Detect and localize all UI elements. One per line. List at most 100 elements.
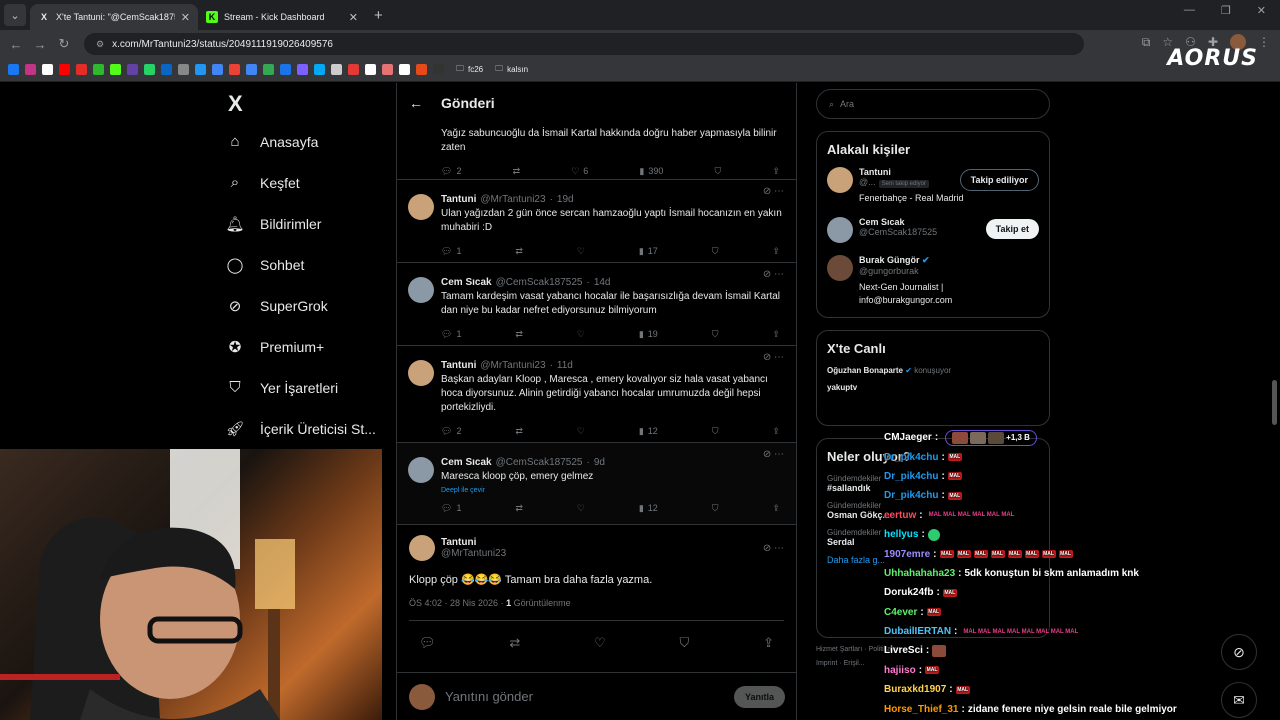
reply-item[interactable]: ⊘ ⋯ Cem Sıcak @CemScak187525 · 14d Tamam ka… [397,263,796,346]
bookmark-site-icon[interactable] [382,64,393,75]
views-count[interactable]: ▮ 12 [639,500,658,516]
bookmark-site-icon[interactable] [144,64,155,75]
share-button[interactable]: ⇪ [763,635,774,651]
youtube-icon[interactable] [76,64,87,75]
bookmark-site-icon[interactable] [195,64,206,75]
browser-tab-x[interactable]: X X'te Tantuni: "@CemScak18752 ✕ [30,4,198,30]
sidebar-item-explore[interactable]: ⌕ Keşfet [224,162,394,203]
person-card[interactable]: Burak Güngör ✔ @gungorburak Next-Gen Jou… [827,255,1039,307]
menu-icon[interactable]: ⋮ [1258,35,1270,49]
reply-button[interactable]: 💬︎ 1 [441,243,461,259]
bookmark-folder-kalsin[interactable]: 🗀 kalsın [495,63,528,77]
kick-icon[interactable] [110,64,121,75]
sidebar-item-creator-studio[interactable]: 🚀︎ İçerik Üreticisi St... [224,408,394,449]
share-button[interactable]: ⇪ [772,163,780,179]
bookmark-site-icon[interactable] [331,64,342,75]
translate-link[interactable]: Deepl ile çevir [441,487,784,494]
reply-button[interactable]: 💬︎ 2 [441,423,461,439]
reply-button[interactable]: 💬︎ [419,635,436,651]
repost-button[interactable]: ⇄ [515,326,523,342]
more-options-icon[interactable]: ⊘ ⋯ [763,449,784,460]
bookmark-site-icon[interactable] [212,64,223,75]
avatar[interactable] [827,217,853,243]
close-icon[interactable]: ✕ [349,11,358,24]
address-bar[interactable]: ⚙ x.com/MrTantuni23/status/2049111919026… [84,33,1084,55]
avatar[interactable] [827,255,853,281]
like-button[interactable]: ♡ [594,635,606,651]
avatar[interactable] [408,277,434,303]
views-count[interactable]: ▮ 12 [639,423,658,439]
share-button[interactable]: ⇪ [772,423,780,439]
like-button[interactable]: ♡ [577,243,585,259]
avatar[interactable] [408,194,434,220]
close-icon[interactable]: ✕ [181,11,190,24]
search-input[interactable]: ⌕ Ara [816,89,1050,119]
avatar[interactable] [408,457,434,483]
bookmark-site-icon[interactable] [399,64,410,75]
bookmark-button[interactable]: ⛉ [712,500,719,516]
site-info-icon[interactable]: ⚙ [96,39,104,50]
browser-tab-kick[interactable]: K Stream - Kick Dashboard ✕ [198,4,366,30]
avatar[interactable] [409,535,435,561]
sidebar-item-bookmarks[interactable]: ⛉ Yer İşaretleri [224,367,394,408]
more-options-icon[interactable]: ⊘ ⋯ [763,352,784,363]
bookmark-button[interactable]: ⛉ [680,635,690,651]
views-count[interactable]: ▮ 390 [639,163,663,179]
follow-button[interactable]: Takip et [985,219,1039,239]
reply-button[interactable]: 💬︎ 1 [441,500,461,516]
install-icon[interactable]: ⧉ [1142,35,1151,50]
bookmark-site-icon[interactable] [314,64,325,75]
linkedin-icon[interactable] [161,64,172,75]
reload-icon[interactable]: ↻ [52,36,76,52]
twitch-icon[interactable] [127,64,138,75]
bookmark-site-icon[interactable] [365,64,376,75]
reply-input[interactable]: Yanıtını gönder [445,689,724,704]
reply-button[interactable]: 💬︎ 2 [441,163,461,179]
bookmark-folder-fc26[interactable]: 🗀 fc26 [456,63,483,77]
forward-icon[interactable]: → [28,37,52,52]
back-arrow-icon[interactable]: ← [409,95,423,111]
new-tab-icon[interactable]: + [374,7,383,24]
live-on-x[interactable]: X'te Canlı Oğuzhan Bonaparte ✔ konuşuyor… [816,330,1050,426]
repost-button[interactable]: ⇄ [513,163,521,179]
like-button[interactable]: ♡ [577,326,585,342]
facebook-icon[interactable] [8,64,19,75]
bookmark-site-icon[interactable] [178,64,189,75]
author-handle[interactable]: @MrTantuni23 [441,548,506,559]
reply-partial[interactable]: Yağız sabuncuoğlu da İsmail Kartal hakkı… [397,123,796,180]
instagram-icon[interactable] [25,64,36,75]
share-button[interactable]: ⇪ [772,243,780,259]
like-button[interactable]: ♡ [577,500,585,516]
avatar[interactable] [408,360,434,386]
scrollbar[interactable] [1272,380,1277,425]
x-icon[interactable] [42,64,53,75]
like-button[interactable]: ♡ 6 [571,163,588,179]
reply-item[interactable]: ⊘ ⋯ Cem Sıcak @CemScak187525 · 9d Maresca k… [397,443,796,525]
messages-floating-button[interactable]: ✉ [1221,682,1257,718]
sidebar-item-home[interactable]: ⌂ Anasayfa [224,121,394,162]
more-options-icon[interactable]: ⊘ ⋯ [763,543,784,554]
sidebar-item-chat[interactable]: ◯ Sohbet [224,244,394,285]
sidebar-item-notifications[interactable]: 🔔︎ Bildirimler [224,203,394,244]
views-count[interactable]: ▮ 17 [639,243,658,259]
bookmark-button[interactable]: ⛉ [712,326,719,342]
repost-button[interactable]: ⇄ [515,500,523,516]
close-window-icon[interactable]: ✕ [1257,4,1266,17]
docs-icon[interactable] [246,64,257,75]
back-icon[interactable]: ← [4,37,28,52]
person-card[interactable]: Tantuni @... Seni takip ediyor Fenerbahçe… [827,167,1039,205]
author-name[interactable]: Tantuni [441,537,506,548]
repost-button[interactable]: ⇄ [509,635,520,651]
repost-button[interactable]: ⇄ [515,423,523,439]
gmail-icon[interactable] [229,64,240,75]
repost-button[interactable]: ⇄ [515,243,523,259]
bookmark-button[interactable]: ⛉ [712,423,719,439]
bookmark-site-icon[interactable] [93,64,104,75]
drive-icon[interactable] [263,64,274,75]
share-button[interactable]: ⇪ [772,500,780,516]
tab-search-icon[interactable]: ⌄ [4,4,26,26]
more-options-icon[interactable]: ⊘ ⋯ [763,186,784,197]
following-button[interactable]: Takip ediliyor [959,169,1039,191]
bookmark-site-icon[interactable] [416,64,427,75]
grok-floating-button[interactable]: ⊘ [1221,634,1257,670]
